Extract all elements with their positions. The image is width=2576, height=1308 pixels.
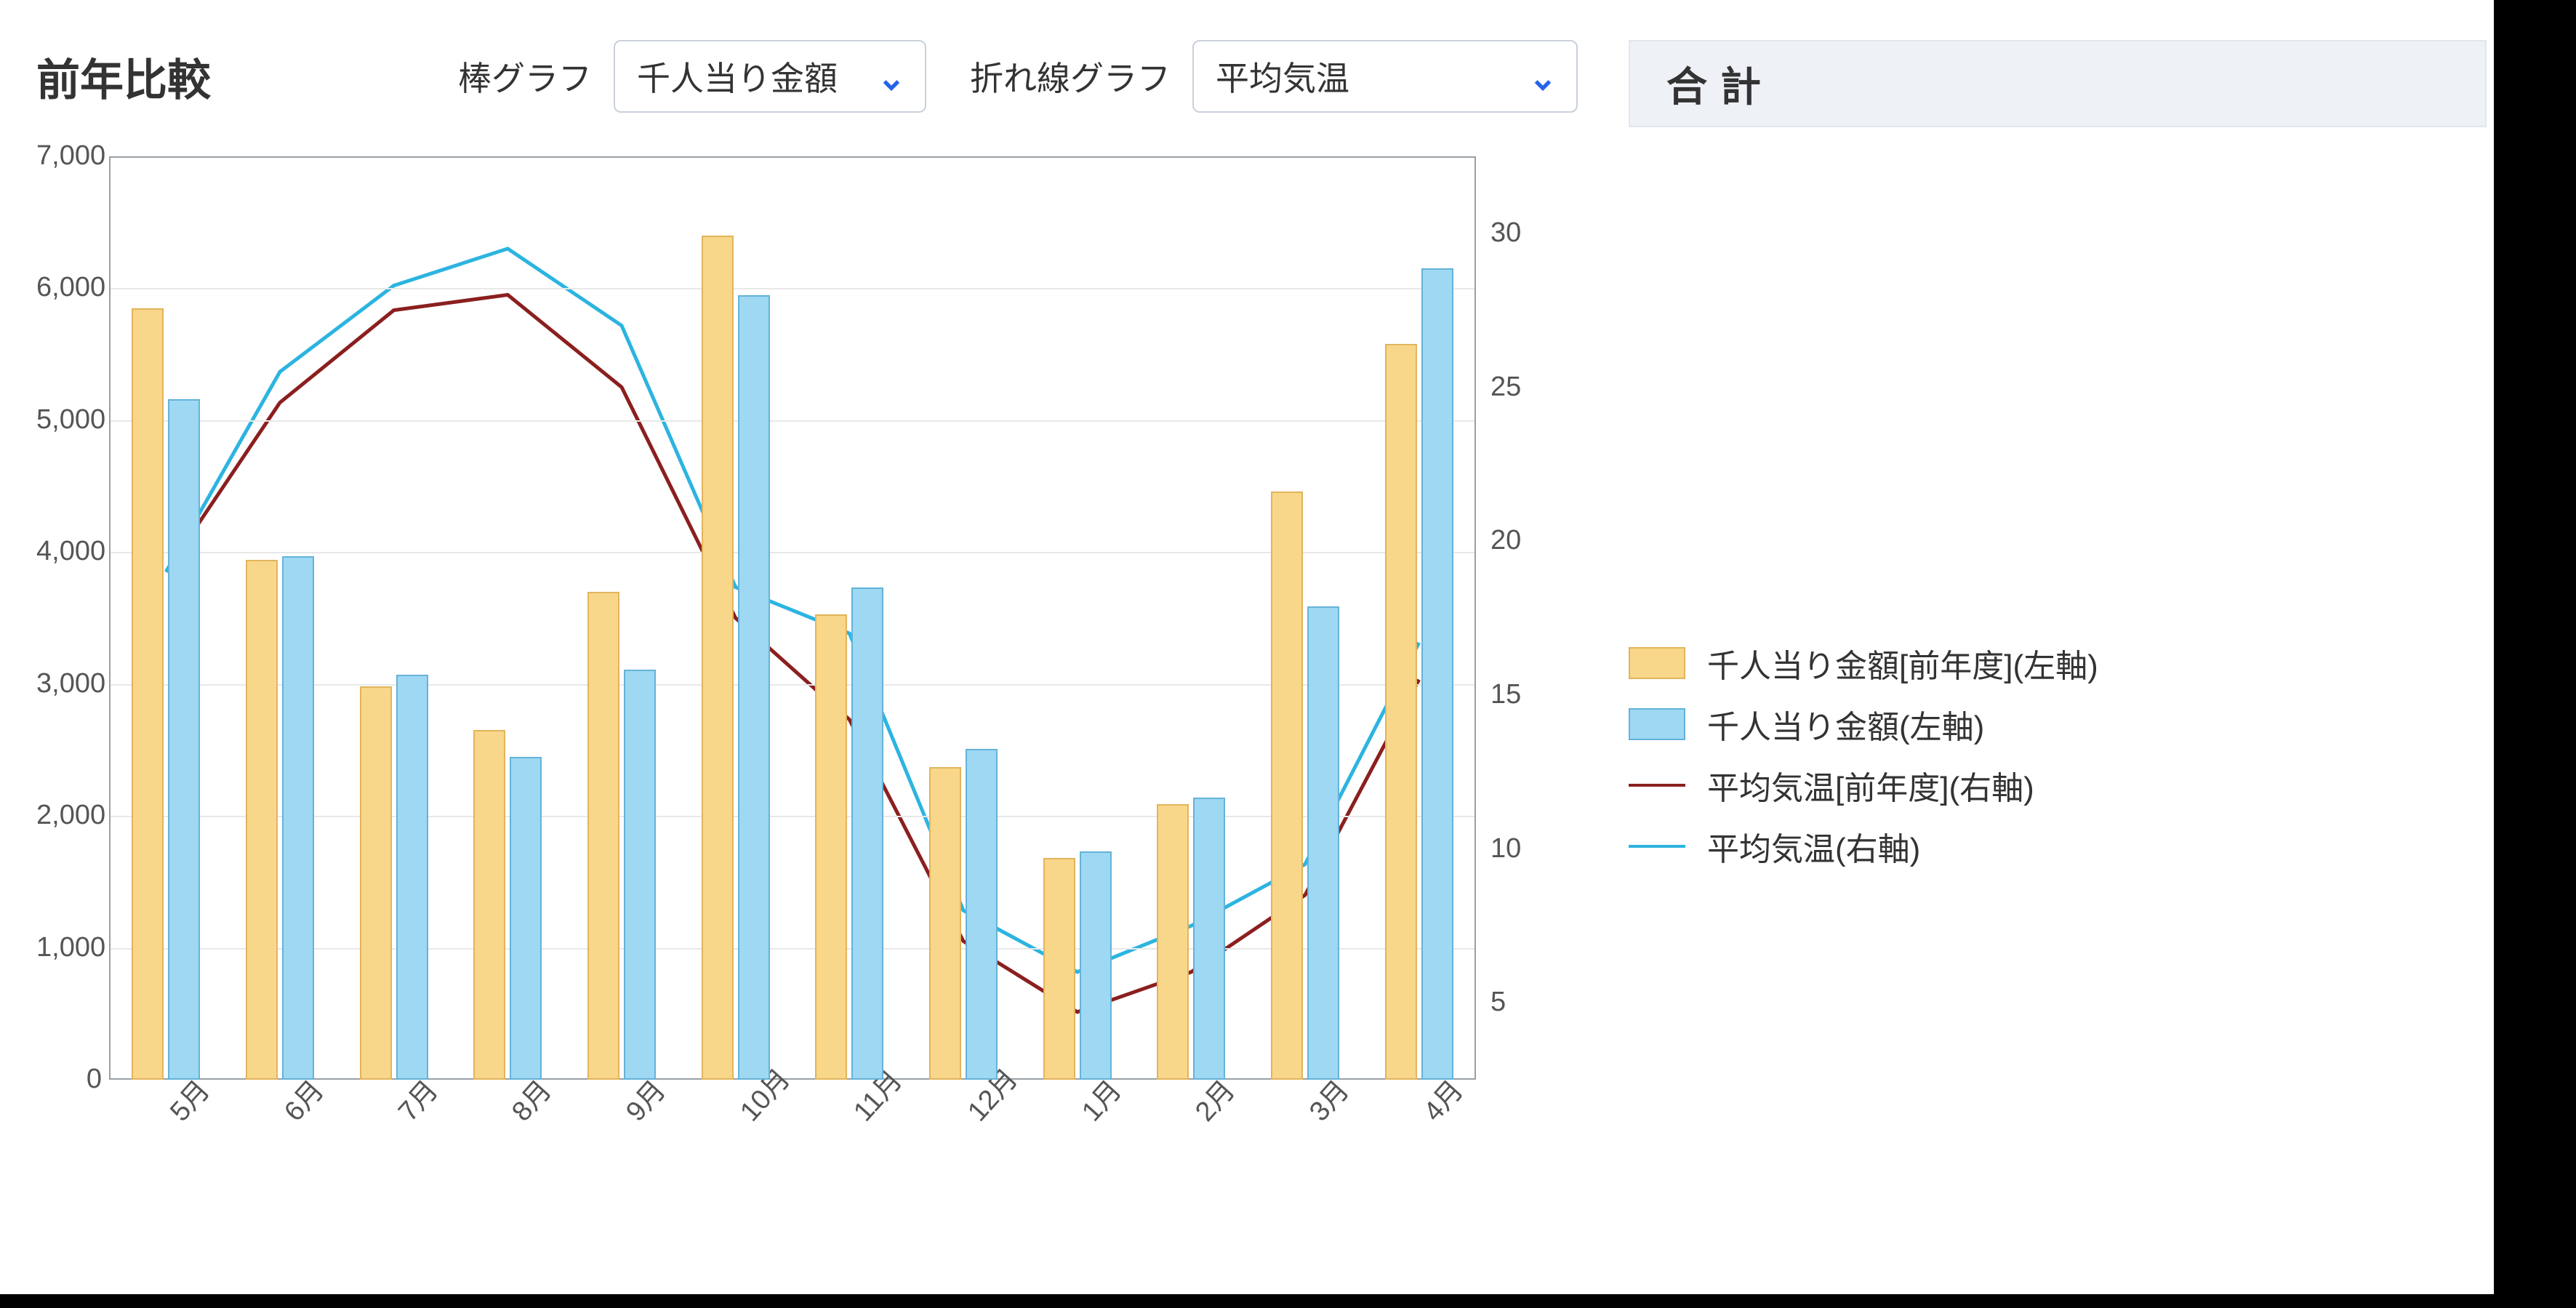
y-left-tick: 6,000 — [36, 272, 102, 303]
legend-label: 平均気温(右軸) — [1707, 823, 1920, 870]
bar-current — [510, 757, 542, 1080]
bar-current — [966, 749, 998, 1080]
bar-current — [851, 587, 883, 1080]
bar-current — [1193, 798, 1225, 1080]
bar-current — [624, 670, 656, 1080]
chart-plot: 01,0002,0003,0004,0005,0006,0007,0005101… — [36, 156, 1530, 1283]
bar-select-label: 棒グラフ — [458, 52, 592, 100]
line-metric-select[interactable]: 平均気温 — [1192, 40, 1578, 113]
y-left-tick: 7,000 — [36, 140, 102, 172]
bar-prev — [929, 767, 961, 1080]
bar-current — [738, 295, 770, 1080]
totals-label: 合計 — [1666, 55, 1774, 113]
y-right-tick: 30 — [1490, 217, 1534, 249]
bar-current — [282, 556, 314, 1080]
gridline — [111, 684, 1474, 686]
bar-prev — [246, 560, 278, 1080]
bar-current — [396, 675, 428, 1080]
y-left-tick: 3,000 — [36, 668, 102, 699]
bar-current — [1307, 606, 1339, 1080]
y-left-tick: 5,000 — [36, 404, 102, 436]
y-right-tick: 15 — [1490, 679, 1534, 710]
legend-label: 平均気温[前年度](右軸) — [1707, 762, 2034, 809]
bar-prev — [815, 614, 847, 1080]
gridline — [111, 816, 1474, 817]
bar-current — [1080, 851, 1112, 1080]
main-panel: 前年比較 棒グラフ 千人当り金額 折れ線グラフ 平均気温 合計 千人 — [0, 0, 2494, 1294]
y-right-tick: 10 — [1490, 833, 1534, 864]
bar-prev — [587, 592, 619, 1080]
bar-prev — [1043, 858, 1075, 1080]
app-root: 前年比較 棒グラフ 千人当り金額 折れ線グラフ 平均気温 合計 千人 — [0, 0, 2576, 1308]
y-right-tick: 20 — [1490, 525, 1534, 556]
legend-item-prev-bar: 千人当り金額[前年度](左軸) — [1629, 640, 2268, 686]
line-metric-value: 平均気温 — [1216, 52, 1349, 100]
y-left-tick: 0 — [36, 1064, 102, 1095]
chart-legend: 千人当り金額[前年度](左軸) 千人当り金額(左軸) 平均気温[前年度](右軸)… — [1629, 640, 2268, 884]
chevron-down-icon — [880, 65, 903, 88]
page-title: 前年比較 — [36, 45, 211, 108]
totals-panel: 合計 — [1629, 40, 2487, 127]
bar-current — [1421, 268, 1453, 1080]
legend-swatch-icon — [1629, 647, 1685, 679]
legend-label: 千人当り金額(左軸) — [1707, 701, 1984, 747]
y-left-tick: 4,000 — [36, 536, 102, 567]
y-right-tick: 5 — [1490, 987, 1534, 1018]
chevron-down-icon — [1531, 65, 1554, 88]
bar-prev — [360, 686, 392, 1080]
line-current — [166, 249, 1419, 972]
gridline — [111, 288, 1474, 289]
legend-label: 千人当り金額[前年度](左軸) — [1707, 640, 2098, 686]
line-select-label: 折れ線グラフ — [970, 52, 1171, 100]
y-right-tick: 25 — [1490, 372, 1534, 403]
bar-prev — [702, 236, 734, 1080]
legend-item-prev-line: 平均気温[前年度](右軸) — [1629, 762, 2268, 809]
y-left-tick: 1,000 — [36, 932, 102, 963]
bar-prev — [1271, 491, 1303, 1080]
legend-item-cur-line: 平均気温(右軸) — [1629, 823, 2268, 870]
legend-line-icon — [1629, 784, 1685, 787]
legend-item-cur-bar: 千人当り金額(左軸) — [1629, 701, 2268, 747]
legend-swatch-icon — [1629, 708, 1685, 740]
legend-line-icon — [1629, 845, 1685, 848]
gridline — [111, 948, 1474, 950]
bar-metric-value: 千人当り金額 — [637, 52, 838, 100]
bar-current — [168, 399, 200, 1080]
bar-prev — [132, 308, 164, 1080]
bar-metric-select[interactable]: 千人当り金額 — [614, 40, 926, 113]
bar-prev — [473, 730, 505, 1080]
bar-prev — [1385, 344, 1417, 1080]
gridline — [111, 552, 1474, 553]
y-left-tick: 2,000 — [36, 800, 102, 831]
bar-prev — [1157, 804, 1189, 1080]
gridline — [111, 420, 1474, 422]
